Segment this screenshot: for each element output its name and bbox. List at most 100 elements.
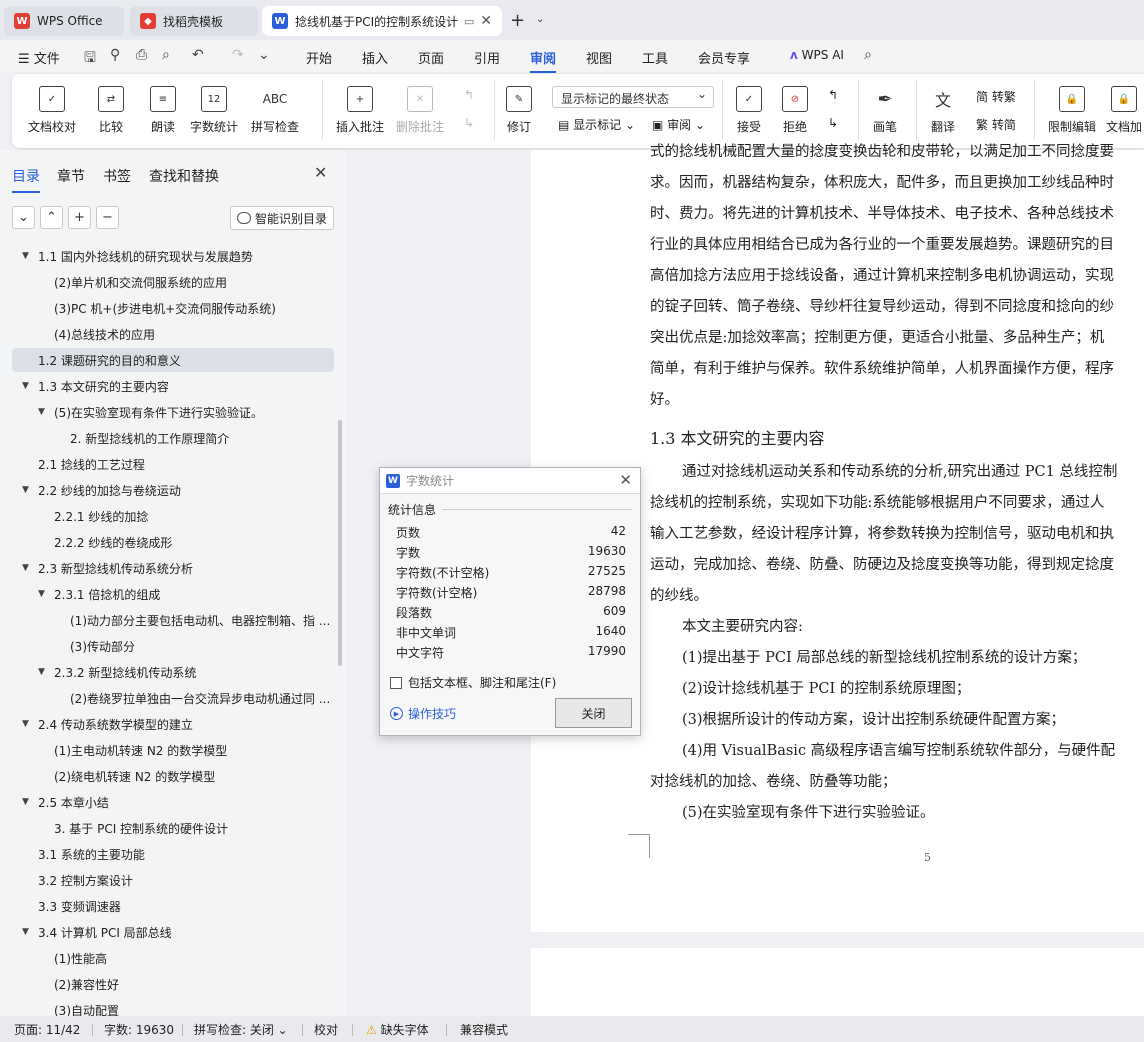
toc-item[interactable]: ▼ 3.4 计算机 PCI 局部总线	[12, 920, 334, 944]
undo-icon[interactable]: ↶	[192, 47, 204, 63]
toc-item[interactable]: (3)PC 机+(步进电机+交流伺服传动系统)	[12, 296, 334, 320]
tab-chapters[interactable]: 章节	[57, 166, 85, 186]
to-traditional-button[interactable]: 简 转繁	[976, 88, 1016, 105]
checkbox-box[interactable]	[390, 676, 402, 689]
save-icon[interactable]: 🖫	[84, 47, 96, 71]
toc-item[interactable]: (2)兼容性好	[12, 972, 334, 996]
expand-arrow-icon[interactable]: ▼	[22, 485, 29, 495]
next-change-icon[interactable]: ↳	[828, 116, 838, 130]
delete-comment-button[interactable]: ✕ 删除批注	[396, 86, 444, 135]
close-panel-icon[interactable]: ✕	[314, 163, 327, 182]
toc-item[interactable]: 2.2.2 纱线的卷绕成形	[12, 530, 334, 554]
toc-item[interactable]: (1)动力部分主要包括电动机、电器控制箱、指 ...	[12, 608, 334, 632]
compat-mode-indicator[interactable]: 兼容模式	[460, 1021, 508, 1038]
page-indicator[interactable]: 页面: 11/42	[14, 1021, 80, 1038]
expand-arrow-icon[interactable]: ▼	[22, 927, 29, 937]
prev-change-icon[interactable]: ↰	[828, 88, 838, 102]
toc-item[interactable]: ▼ 2.5 本章小结	[12, 790, 334, 814]
expand-arrow-icon[interactable]: ▼	[22, 251, 29, 261]
toc-item[interactable]: (2)绕电机转速 N2 的数学模型	[12, 764, 334, 788]
tab-document[interactable]: W 捻线机基于PCI的控制系统设计 ▭ ✕	[262, 6, 502, 36]
toc-item[interactable]: ▼ 1.3 本文研究的主要内容	[12, 374, 334, 398]
to-simplified-button[interactable]: 繁 转简	[976, 116, 1016, 133]
revise-button[interactable]: ✎ 修订	[506, 86, 532, 135]
expand-arrow-icon[interactable]: ▼	[38, 407, 45, 417]
expand-arrow-icon[interactable]: ▼	[38, 667, 45, 677]
menu-page[interactable]: 页面	[418, 48, 444, 67]
expand-arrow-icon[interactable]: ▼	[22, 797, 29, 807]
toc-item[interactable]: (2)卷绕罗拉单独由一台交流异步电动机通过同 ...	[12, 686, 334, 710]
menu-tools[interactable]: 工具	[642, 48, 668, 67]
file-menu[interactable]: ☰ 文件	[18, 48, 60, 67]
toc-item[interactable]: ▼ 2.3.1 倍捻机的组成	[12, 582, 334, 606]
toc-item[interactable]: 3.3 变频调速器	[12, 894, 334, 918]
panel-scrollbar[interactable]	[338, 420, 342, 666]
remove-toc-icon[interactable]: −	[96, 206, 119, 229]
menu-member[interactable]: 会员专享	[698, 48, 750, 67]
share-icon[interactable]: ⚲	[110, 47, 120, 63]
monitor-icon[interactable]: ▭	[464, 15, 474, 28]
print-preview-icon[interactable]: ⌕	[162, 47, 170, 63]
close-button[interactable]: 关闭	[555, 698, 632, 728]
doc-proof-button[interactable]: ✓ 文档校对	[28, 86, 76, 135]
include-textbox-checkbox[interactable]: 包括文本框、脚注和尾注(F)	[390, 674, 556, 691]
tab-toc[interactable]: 目录	[12, 166, 40, 193]
expand-arrow-icon[interactable]: ▼	[22, 563, 29, 573]
add-toc-icon[interactable]: +	[68, 206, 91, 229]
word-count-indicator[interactable]: 字数: 19630	[104, 1021, 174, 1038]
menu-reference[interactable]: 引用	[474, 48, 500, 67]
toc-item[interactable]: (4)总线技术的应用	[12, 322, 334, 346]
toc-item[interactable]: ▼ 2.2 纱线的加捻与卷绕运动	[12, 478, 334, 502]
toc-item[interactable]: 3. 基于 PCI 控制系统的硬件设计	[12, 816, 334, 840]
collapse-up-icon[interactable]: ⌃	[40, 206, 63, 229]
prev-comment-icon[interactable]: ↰	[464, 88, 474, 102]
redo-icon[interactable]: ↷	[232, 47, 244, 63]
toc-item[interactable]: 2.1 捻线的工艺过程	[12, 452, 334, 476]
expand-arrow-icon[interactable]: ▼	[22, 719, 29, 729]
spell-check-indicator[interactable]: 拼写检查: 关闭 ⌄	[194, 1021, 288, 1038]
search-icon[interactable]: ⌕	[864, 47, 872, 63]
quick-access-dropdown-icon[interactable]: ⌄	[258, 47, 270, 63]
tips-link[interactable]: ▶ 操作技巧	[390, 705, 456, 722]
toc-item[interactable]: (2)单片机和交流伺服系统的应用	[12, 270, 334, 294]
next-comment-icon[interactable]: ↳	[464, 116, 474, 130]
tab-bookmarks[interactable]: 书签	[103, 166, 131, 186]
toc-item[interactable]: ▼ 2.3 新型捻线机传动系统分析	[12, 556, 334, 580]
toc-item[interactable]: 1.2 课题研究的目的和意义	[12, 348, 334, 372]
toc-item[interactable]: (1)主电动机转速 N2 的数学模型	[12, 738, 334, 762]
reject-button[interactable]: ⊘ 拒绝	[782, 86, 808, 135]
pen-button[interactable]: ✒ 画笔	[872, 86, 898, 135]
expand-down-icon[interactable]: ⌄	[12, 206, 35, 229]
read-aloud-button[interactable]: ≡ 朗读	[150, 86, 176, 135]
insert-comment-button[interactable]: + 插入批注	[336, 86, 384, 135]
compare-button[interactable]: ⇄ 比较	[98, 86, 124, 135]
tab-find-replace[interactable]: 查找和替换	[149, 166, 219, 186]
restrict-edit-button[interactable]: 🔒 限制编辑	[1048, 86, 1096, 135]
toc-item[interactable]: ▼ 2.4 传动系统数学模型的建立	[12, 712, 334, 736]
menu-review[interactable]: 审阅	[530, 48, 557, 73]
chevron-down-icon[interactable]: ⌄	[536, 14, 544, 25]
menu-start[interactable]: 开始	[306, 48, 332, 67]
print-icon[interactable]: ⎙	[136, 47, 147, 63]
accept-button[interactable]: ✓ 接受	[736, 86, 762, 135]
toc-item[interactable]: ▼ 1.1 国内外捻线机的研究现状与发展趋势	[12, 244, 334, 268]
expand-arrow-icon[interactable]: ▼	[38, 589, 45, 599]
translate-button[interactable]: 文翻译	[930, 86, 956, 135]
toc-item[interactable]: 2. 新型捻线机的工作原理简介	[12, 426, 334, 450]
toc-item[interactable]: 3.1 系统的主要功能	[12, 842, 334, 866]
toc-item[interactable]: ▼ 2.3.2 新型捻线机传动系统	[12, 660, 334, 684]
new-tab-button[interactable]: +	[510, 10, 525, 31]
markup-mode-select[interactable]: 显示标记的最终状态	[552, 86, 714, 108]
wps-ai-button[interactable]: ᴧ WPS AI	[790, 48, 844, 62]
close-dialog-icon[interactable]: ✕	[619, 471, 632, 489]
smart-toc-button[interactable]: 智能识别目录	[230, 206, 334, 230]
tab-wps-office[interactable]: W WPS Office	[4, 6, 124, 36]
menu-view[interactable]: 视图	[586, 48, 612, 67]
doc-encrypt-button[interactable]: 🔒 文档加	[1106, 86, 1142, 135]
expand-arrow-icon[interactable]: ▼	[22, 381, 29, 391]
toc-item[interactable]: (3)传动部分	[12, 634, 334, 658]
word-count-button[interactable]: 12 字数统计	[190, 86, 238, 135]
toc-item[interactable]: ▼ (5)在实验室现有条件下进行实验验证。	[12, 400, 334, 424]
close-tab-icon[interactable]: ✕	[480, 13, 492, 29]
spell-check-button[interactable]: ABC 拼写检查	[251, 86, 299, 135]
